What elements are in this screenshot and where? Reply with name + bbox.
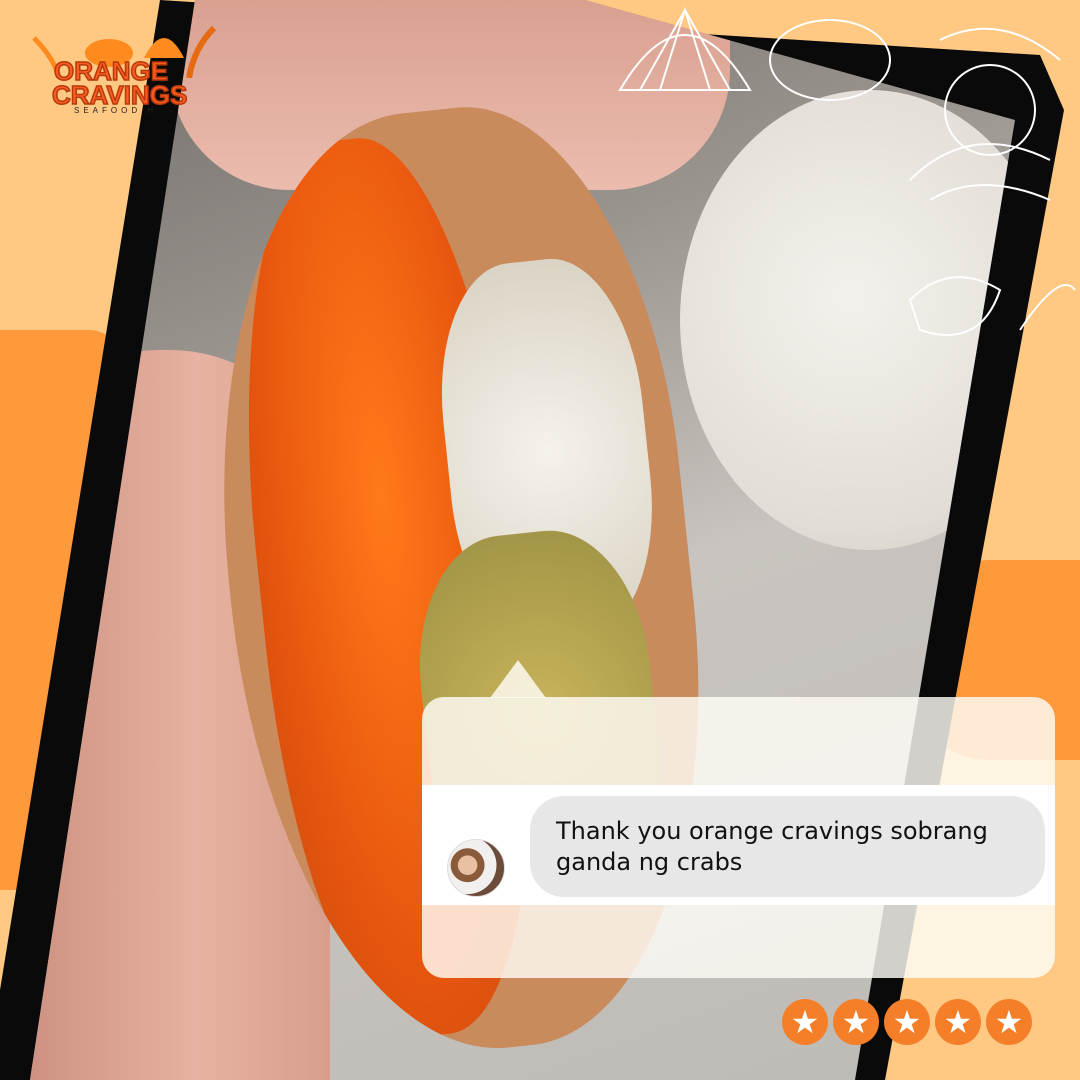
brand-logo: ORANGE CRAVINGS SEAFOOD H: [14, 18, 229, 118]
star-icon: ★: [986, 999, 1032, 1045]
brand-name-line2: CRAVINGS: [51, 80, 188, 110]
card-pointer: [490, 660, 546, 698]
brand-tagline: SEAFOOD H: [74, 106, 158, 115]
review-message-bubble: Thank you orange cravings sobrang ganda …: [530, 796, 1045, 897]
star-icon: ★: [782, 999, 828, 1045]
star-icon: ★: [884, 999, 930, 1045]
star-rating: ★ ★ ★ ★ ★: [782, 999, 1032, 1045]
star-icon: ★: [935, 999, 981, 1045]
reviewer-avatar: [447, 839, 505, 897]
seafood-line-art: [618, 6, 1076, 336]
star-icon: ★: [833, 999, 879, 1045]
